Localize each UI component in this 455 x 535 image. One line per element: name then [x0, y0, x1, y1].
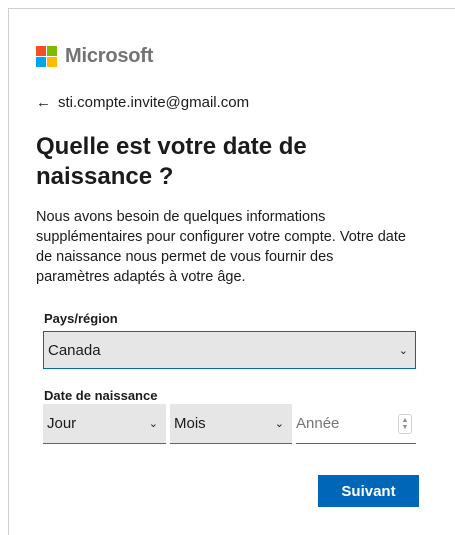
logo-square-blue: [36, 57, 46, 67]
next-button[interactable]: Suivant: [318, 475, 419, 507]
birthdate-label: Date de naissance: [44, 388, 158, 403]
spinner-up-icon[interactable]: ▲: [402, 417, 409, 424]
year-input[interactable]: [296, 415, 376, 432]
chevron-down-icon: ⌄: [148, 418, 158, 430]
logo-square-green: [47, 46, 57, 56]
back-to-email-link[interactable]: ← sti.compte.invite@gmail.com: [36, 94, 249, 111]
month-select[interactable]: Mois ⌄: [170, 404, 292, 444]
logo-text: Microsoft: [65, 45, 154, 67]
chevron-down-icon: ⌄: [274, 418, 284, 430]
country-select[interactable]: Canada ⌄: [43, 331, 416, 369]
spinner-down-icon[interactable]: ▼: [402, 424, 409, 431]
day-selected-value: Jour: [47, 415, 77, 432]
page-description: Nous avons besoin de quelques informatio…: [36, 209, 406, 285]
account-email: sti.compte.invite@gmail.com: [58, 94, 250, 111]
year-spinner[interactable]: ▲ ▼: [398, 413, 412, 434]
year-field[interactable]: ▲ ▼: [296, 404, 416, 444]
microsoft-logo-icon: [36, 46, 57, 67]
microsoft-logo: Microsoft: [36, 45, 153, 68]
country-selected-value: Canada: [48, 341, 101, 359]
page-title: Quelle est votre date de naissance ?: [36, 133, 307, 190]
chevron-down-icon: ⌄: [398, 344, 408, 357]
logo-square-yellow: [47, 57, 57, 67]
logo-square-red: [36, 46, 46, 56]
country-label: Pays/région: [44, 311, 118, 326]
month-selected-value: Mois: [174, 415, 206, 432]
arrow-left-icon: ←: [36, 94, 51, 111]
day-select[interactable]: Jour ⌄: [43, 404, 166, 444]
